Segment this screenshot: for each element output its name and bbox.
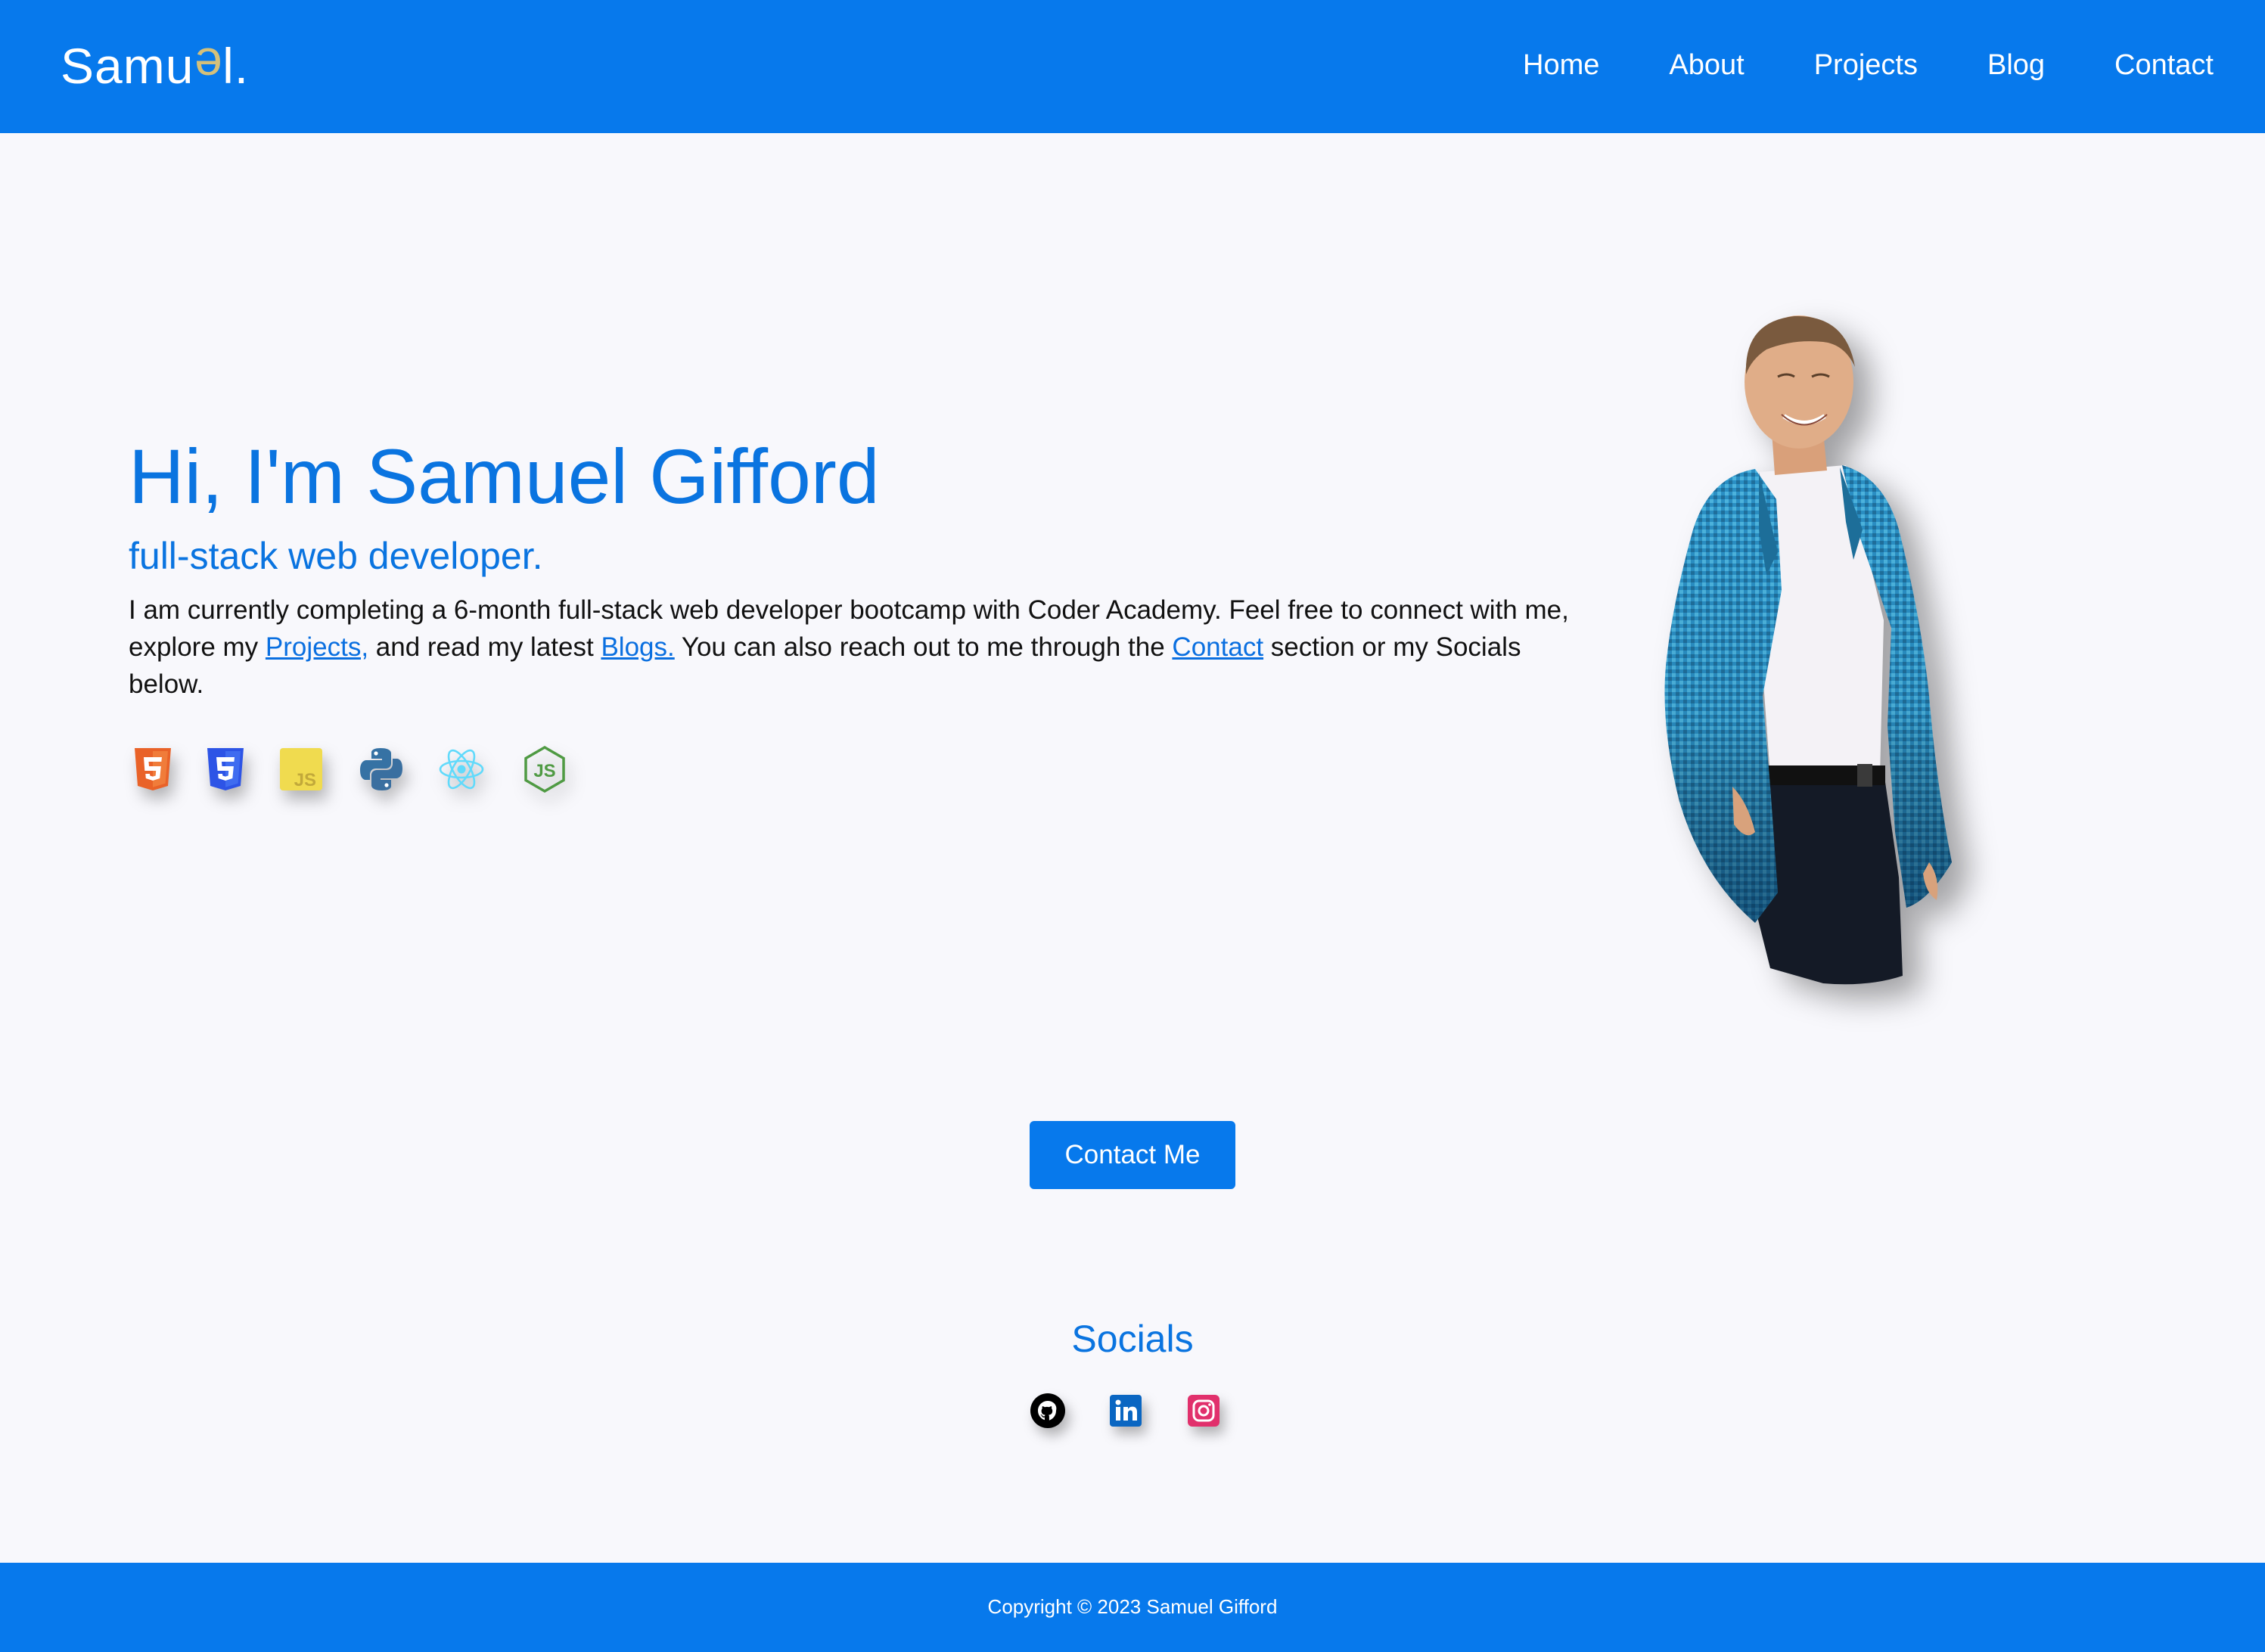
hero-intro: I am currently completing a 6-month full… — [129, 592, 1581, 703]
brand-logo[interactable]: Samuel. — [61, 32, 249, 100]
github-icon[interactable] — [1029, 1392, 1067, 1430]
nav-link-home[interactable]: Home — [1523, 42, 1599, 88]
contact-link[interactable]: Contact — [1172, 632, 1263, 662]
linkedin-icon[interactable] — [1107, 1392, 1145, 1430]
blogs-link[interactable]: Blogs. — [601, 632, 674, 662]
navbar: Samuel. Home About Projects Blog Contact — [0, 0, 2265, 133]
nav-link-about[interactable]: About — [1669, 42, 1744, 88]
copyright-text: Copyright © 2023 Samuel Gifford — [987, 1595, 1278, 1618]
socials-title: Socials — [1071, 1318, 1194, 1360]
nav-link-blog[interactable]: Blog — [1987, 42, 2045, 88]
profile-photo — [1596, 303, 1990, 998]
svg-text:JS: JS — [533, 761, 555, 781]
svg-text:JS: JS — [294, 770, 316, 790]
css3-icon — [201, 745, 250, 793]
brand-prefix: Samu — [61, 38, 194, 94]
nav-link-projects[interactable]: Projects — [1814, 42, 1918, 88]
react-icon — [437, 745, 486, 793]
brand-suffix: l. — [222, 38, 250, 94]
hero-title: Hi, I'm Samuel Gifford — [129, 433, 880, 520]
brand-flipped-letter: e — [194, 38, 223, 94]
python-icon — [357, 745, 405, 793]
projects-link[interactable]: Projects, — [266, 632, 368, 662]
intro-text-3: You can also reach out to me through the — [674, 632, 1173, 662]
footer: Copyright © 2023 Samuel Gifford — [0, 1563, 2265, 1652]
hero-subtitle: full-stack web developer. — [129, 535, 543, 577]
javascript-icon: JS — [277, 745, 325, 793]
nav-links: Home About Projects Blog Contact — [1523, 42, 2214, 88]
contact-me-button[interactable]: Contact Me — [1030, 1121, 1235, 1189]
nav-link-contact[interactable]: Contact — [2114, 42, 2214, 88]
intro-text-2: and read my latest — [368, 632, 601, 662]
html5-icon — [129, 745, 177, 793]
nodejs-icon: JS — [520, 745, 569, 793]
instagram-icon[interactable] — [1185, 1392, 1223, 1430]
